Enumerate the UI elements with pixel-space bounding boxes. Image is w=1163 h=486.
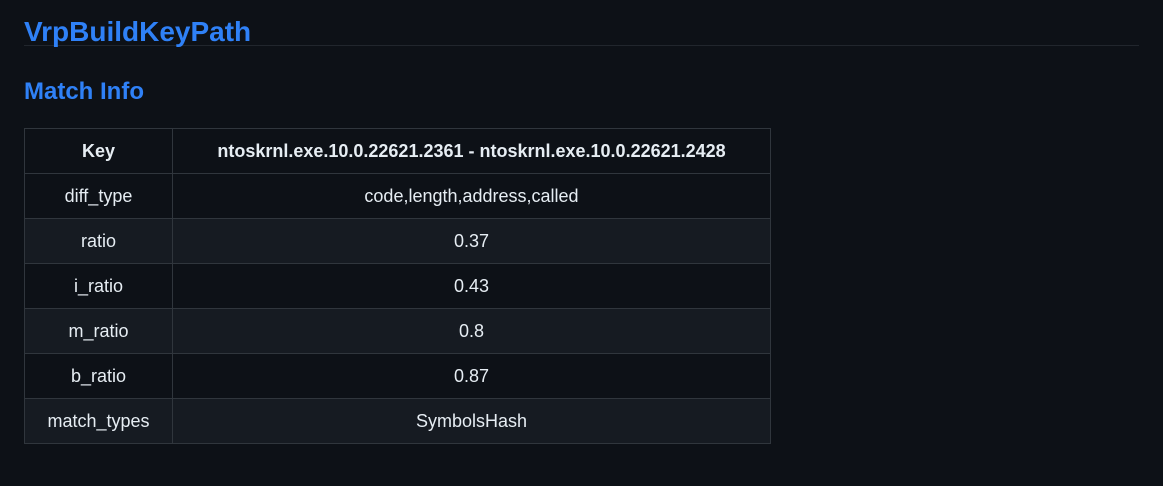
table-row: i_ratio 0.43 (24, 263, 771, 309)
table-row: b_ratio 0.87 (24, 353, 771, 399)
row-value: 0.87 (172, 353, 771, 399)
table-row: match_types SymbolsHash (24, 398, 771, 444)
section-title-match-info: Match Info (24, 78, 144, 105)
row-key: match_types (24, 398, 173, 444)
row-value: 0.8 (172, 308, 771, 354)
table-header-row: Key ntoskrnl.exe.10.0.22621.2361 - ntosk… (24, 128, 771, 174)
row-key: ratio (24, 218, 173, 264)
row-value: 0.37 (172, 218, 771, 264)
table-row: m_ratio 0.8 (24, 308, 771, 354)
row-key: i_ratio (24, 263, 173, 309)
row-key: diff_type (24, 173, 173, 219)
row-value: 0.43 (172, 263, 771, 309)
match-info-table: Key ntoskrnl.exe.10.0.22621.2361 - ntosk… (24, 128, 771, 444)
table-row: diff_type code,length,address,called (24, 173, 771, 219)
row-key: b_ratio (24, 353, 173, 399)
column-header-comparison: ntoskrnl.exe.10.0.22621.2361 - ntoskrnl.… (172, 128, 771, 174)
row-value: SymbolsHash (172, 398, 771, 444)
row-value: code,length,address,called (172, 173, 771, 219)
row-key: m_ratio (24, 308, 173, 354)
page-content: VrpBuildKeyPath Match Info Key ntoskrnl.… (0, 0, 1163, 444)
page-title: VrpBuildKeyPath (24, 0, 1139, 47)
column-header-key: Key (24, 128, 173, 174)
table-row: ratio 0.37 (24, 218, 771, 264)
